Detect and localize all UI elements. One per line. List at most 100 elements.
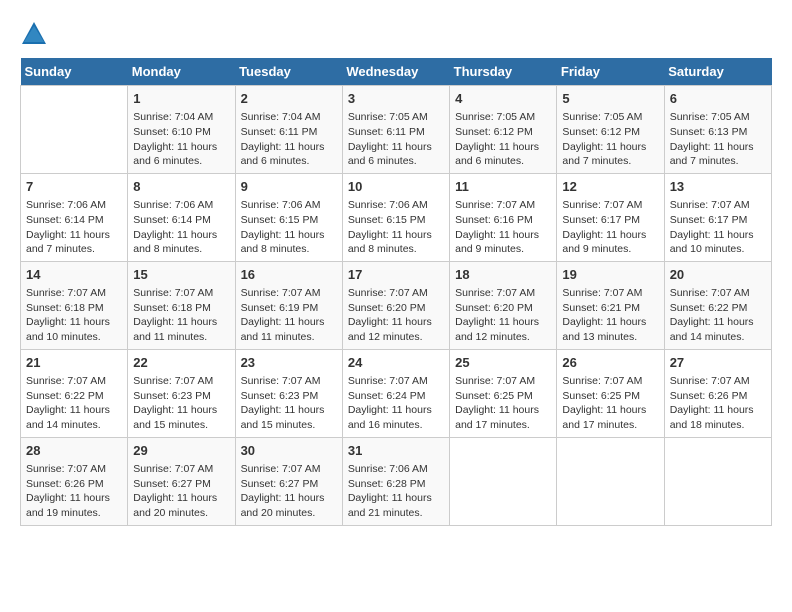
day-info: Sunrise: 7:05 AM Sunset: 6:12 PM Dayligh… [562,110,658,169]
day-info: Sunrise: 7:05 AM Sunset: 6:11 PM Dayligh… [348,110,444,169]
day-number: 17 [348,266,444,284]
calendar-cell: 24 Sunrise: 7:07 AM Sunset: 6:24 PM Dayli… [342,349,449,437]
calendar-cell: 4 Sunrise: 7:05 AM Sunset: 6:12 PM Daylig… [450,86,557,174]
calendar-cell: 26 Sunrise: 7:07 AM Sunset: 6:25 PM Dayli… [557,349,664,437]
day-header-sunday: Sunday [21,58,128,86]
day-number: 5 [562,90,658,108]
calendar-week-row: 14 Sunrise: 7:07 AM Sunset: 6:18 PM Dayli… [21,261,772,349]
day-number: 6 [670,90,766,108]
day-number: 11 [455,178,551,196]
day-info: Sunrise: 7:07 AM Sunset: 6:19 PM Dayligh… [241,286,337,345]
calendar-cell: 15Sunrise: 7:07 AM Sunset: 6:18 PM Dayli… [128,261,235,349]
calendar-cell: 1Sunrise: 7:04 AM Sunset: 6:10 PM Daylig… [128,86,235,174]
calendar-cell: 10 Sunrise: 7:06 AM Sunset: 6:15 PM Dayli… [342,173,449,261]
calendar-week-row: 21 Sunrise: 7:07 AM Sunset: 6:22 PM Dayli… [21,349,772,437]
calendar-cell: 5 Sunrise: 7:05 AM Sunset: 6:12 PM Daylig… [557,86,664,174]
day-number: 7 [26,178,122,196]
day-header-monday: Monday [128,58,235,86]
day-number: 10 [348,178,444,196]
day-number: 12 [562,178,658,196]
day-header-tuesday: Tuesday [235,58,342,86]
calendar-cell: 31 Sunrise: 7:06 AM Sunset: 6:28 PM Dayli… [342,437,449,525]
day-number: 16 [241,266,337,284]
day-info: Sunrise: 7:07 AM Sunset: 6:24 PM Dayligh… [348,374,444,433]
calendar-week-row: 7 Sunrise: 7:06 AM Sunset: 6:14 PM Daylig… [21,173,772,261]
day-number: 19 [562,266,658,284]
day-info: Sunrise: 7:05 AM Sunset: 6:12 PM Dayligh… [455,110,551,169]
day-number: 3 [348,90,444,108]
calendar-cell: 29 Sunrise: 7:07 AM Sunset: 6:27 PM Dayli… [128,437,235,525]
day-number: 29 [133,442,229,460]
day-number: 20 [670,266,766,284]
day-number: 4 [455,90,551,108]
day-number: 13 [670,178,766,196]
calendar-cell: 7Sunrise: 7:06 AM Sunset: 6:14 PM Daylig… [21,173,128,261]
day-info: Sunrise: 7:07 AM Sunset: 6:20 PM Dayligh… [455,286,551,345]
day-number: 31 [348,442,444,460]
day-info: Sunrise: 7:07 AM Sunset: 6:25 PM Dayligh… [455,374,551,433]
calendar-cell: 12Sunrise: 7:07 AM Sunset: 6:17 PM Dayli… [557,173,664,261]
day-info: Sunrise: 7:07 AM Sunset: 6:25 PM Dayligh… [562,374,658,433]
calendar-cell: 2 Sunrise: 7:04 AM Sunset: 6:11 PM Daylig… [235,86,342,174]
calendar-cell: 14 Sunrise: 7:07 AM Sunset: 6:18 PM Dayli… [21,261,128,349]
calendar-cell: 18 Sunrise: 7:07 AM Sunset: 6:20 PM Dayli… [450,261,557,349]
calendar-cell: 6 Sunrise: 7:05 AM Sunset: 6:13 PM Daylig… [664,86,771,174]
day-number: 18 [455,266,551,284]
day-info: Sunrise: 7:07 AM Sunset: 6:23 PM Dayligh… [133,374,229,433]
page-header [20,20,772,48]
day-info: Sunrise: 7:07 AM Sunset: 6:27 PM Dayligh… [133,462,229,521]
calendar-cell: 21 Sunrise: 7:07 AM Sunset: 6:22 PM Dayli… [21,349,128,437]
calendar-cell: 17 Sunrise: 7:07 AM Sunset: 6:20 PM Dayli… [342,261,449,349]
calendar-cell: 11 Sunrise: 7:07 AM Sunset: 6:16 PM Dayli… [450,173,557,261]
day-info: Sunrise: 7:07 AM Sunset: 6:17 PM Dayligh… [670,198,766,257]
day-info: Sunrise: 7:07 AM Sunset: 6:26 PM Dayligh… [670,374,766,433]
calendar-cell: 3 Sunrise: 7:05 AM Sunset: 6:11 PM Daylig… [342,86,449,174]
calendar-cell: 27Sunrise: 7:07 AM Sunset: 6:26 PM Dayli… [664,349,771,437]
calendar-cell [557,437,664,525]
day-number: 2 [241,90,337,108]
day-info: Sunrise: 7:07 AM Sunset: 6:21 PM Dayligh… [562,286,658,345]
day-number: 30 [241,442,337,460]
calendar-cell: 19 Sunrise: 7:07 AM Sunset: 6:21 PM Dayli… [557,261,664,349]
calendar-cell: 25Sunrise: 7:07 AM Sunset: 6:25 PM Dayli… [450,349,557,437]
day-info: Sunrise: 7:07 AM Sunset: 6:23 PM Dayligh… [241,374,337,433]
day-info: Sunrise: 7:07 AM Sunset: 6:20 PM Dayligh… [348,286,444,345]
day-number: 8 [133,178,229,196]
calendar-week-row: 1Sunrise: 7:04 AM Sunset: 6:10 PM Daylig… [21,86,772,174]
calendar-cell: 30 Sunrise: 7:07 AM Sunset: 6:27 PM Dayli… [235,437,342,525]
day-info: Sunrise: 7:05 AM Sunset: 6:13 PM Dayligh… [670,110,766,169]
day-number: 21 [26,354,122,372]
calendar-cell: 28 Sunrise: 7:07 AM Sunset: 6:26 PM Dayli… [21,437,128,525]
calendar-cell: 9 Sunrise: 7:06 AM Sunset: 6:15 PM Daylig… [235,173,342,261]
calendar-cell: 16 Sunrise: 7:07 AM Sunset: 6:19 PM Dayli… [235,261,342,349]
day-header-thursday: Thursday [450,58,557,86]
calendar-cell: 20 Sunrise: 7:07 AM Sunset: 6:22 PM Dayli… [664,261,771,349]
calendar-header-row: SundayMondayTuesdayWednesdayThursdayFrid… [21,58,772,86]
day-info: Sunrise: 7:07 AM Sunset: 6:22 PM Dayligh… [670,286,766,345]
day-info: Sunrise: 7:06 AM Sunset: 6:28 PM Dayligh… [348,462,444,521]
day-number: 28 [26,442,122,460]
day-number: 24 [348,354,444,372]
day-number: 14 [26,266,122,284]
day-header-friday: Friday [557,58,664,86]
calendar-week-row: 28 Sunrise: 7:07 AM Sunset: 6:26 PM Dayli… [21,437,772,525]
day-info: Sunrise: 7:06 AM Sunset: 6:14 PM Dayligh… [133,198,229,257]
day-number: 15 [133,266,229,284]
day-info: Sunrise: 7:06 AM Sunset: 6:15 PM Dayligh… [348,198,444,257]
calendar-cell [664,437,771,525]
logo-icon [20,20,48,48]
day-number: 9 [241,178,337,196]
day-info: Sunrise: 7:07 AM Sunset: 6:18 PM Dayligh… [26,286,122,345]
day-info: Sunrise: 7:04 AM Sunset: 6:11 PM Dayligh… [241,110,337,169]
day-number: 23 [241,354,337,372]
day-info: Sunrise: 7:06 AM Sunset: 6:15 PM Dayligh… [241,198,337,257]
day-info: Sunrise: 7:07 AM Sunset: 6:16 PM Dayligh… [455,198,551,257]
day-info: Sunrise: 7:07 AM Sunset: 6:27 PM Dayligh… [241,462,337,521]
day-header-saturday: Saturday [664,58,771,86]
day-number: 22 [133,354,229,372]
calendar-cell: 23 Sunrise: 7:07 AM Sunset: 6:23 PM Dayli… [235,349,342,437]
day-info: Sunrise: 7:07 AM Sunset: 6:26 PM Dayligh… [26,462,122,521]
day-info: Sunrise: 7:04 AM Sunset: 6:10 PM Dayligh… [133,110,229,169]
day-info: Sunrise: 7:07 AM Sunset: 6:22 PM Dayligh… [26,374,122,433]
day-number: 26 [562,354,658,372]
